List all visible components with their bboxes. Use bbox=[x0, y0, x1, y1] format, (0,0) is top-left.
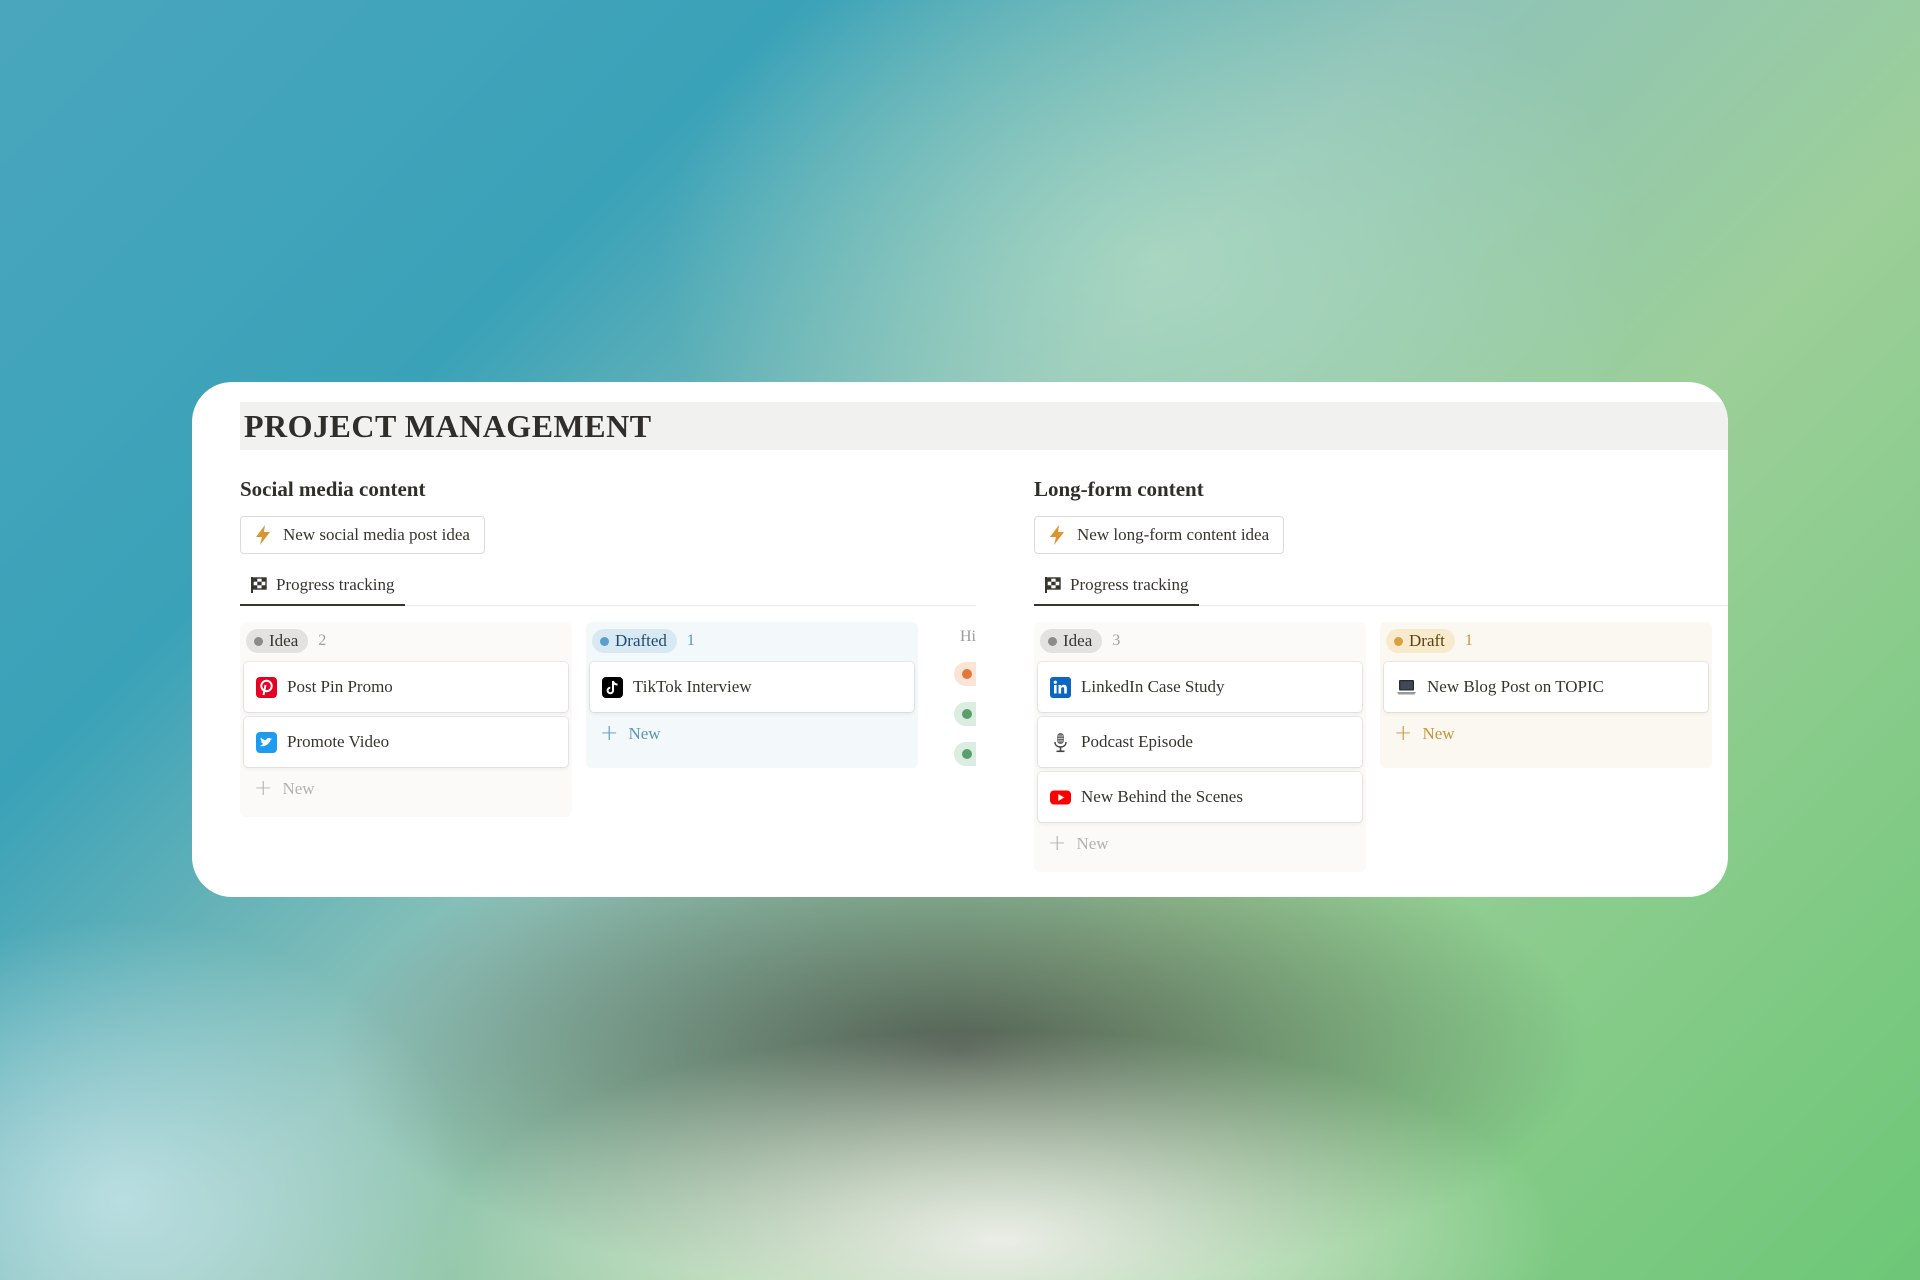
youtube-icon bbox=[1050, 790, 1071, 804]
checkered-flag-icon bbox=[251, 577, 267, 593]
microphone-icon bbox=[1054, 732, 1067, 752]
lightning-icon bbox=[1050, 525, 1064, 545]
new-social-post-button[interactable]: New social media post idea bbox=[240, 516, 485, 554]
board-card[interactable]: Post Pin Promo bbox=[244, 662, 568, 712]
card-title: Podcast Episode bbox=[1081, 732, 1193, 751]
card-title: Promote Video bbox=[287, 732, 390, 751]
board-card[interactable]: TikTok Interview bbox=[590, 662, 914, 712]
add-new-card-button[interactable]: + New bbox=[244, 767, 568, 811]
card-title: New Blog Post on TOPIC bbox=[1427, 677, 1604, 696]
plus-icon: + bbox=[600, 721, 619, 746]
kanban-board: Idea 2 Post Pin Promo Promote Video + Ne… bbox=[240, 622, 976, 817]
status-label: Idea bbox=[269, 631, 299, 650]
view-tabs: Progress tracking bbox=[240, 566, 976, 606]
hidden-group-chip[interactable] bbox=[954, 662, 976, 686]
status-dot bbox=[1394, 636, 1403, 646]
tab-progress-tracking[interactable]: Progress tracking bbox=[1034, 566, 1199, 606]
lightning-icon bbox=[256, 525, 270, 545]
status-badge[interactable]: Idea bbox=[246, 629, 309, 653]
status-dot bbox=[1048, 636, 1057, 646]
status-dot bbox=[962, 749, 972, 759]
column-count: 1 bbox=[686, 632, 695, 649]
add-new-card-button[interactable]: + New bbox=[1038, 822, 1362, 866]
plus-icon: + bbox=[1048, 831, 1067, 856]
hidden-groups-label: Hidden groups bbox=[960, 628, 976, 645]
card-title: New Behind the Scenes bbox=[1081, 787, 1243, 806]
status-dot bbox=[962, 709, 972, 719]
social-media-section: Social media content New social media po… bbox=[240, 474, 976, 817]
linkedin-icon bbox=[1050, 676, 1071, 698]
tab-label: Progress tracking bbox=[1070, 575, 1189, 594]
board-card[interactable]: LinkedIn Case Study bbox=[1038, 662, 1362, 712]
hidden-group-chip[interactable] bbox=[954, 742, 976, 766]
plus-icon: + bbox=[1394, 721, 1413, 746]
plus-icon: + bbox=[254, 776, 273, 801]
column-count: 3 bbox=[1112, 632, 1121, 649]
column-idea: Idea 3 LinkedIn Case Study Podcast Episo… bbox=[1034, 622, 1366, 872]
status-label: Draft bbox=[1409, 631, 1445, 650]
status-badge[interactable]: Idea bbox=[1040, 629, 1103, 653]
tab-progress-tracking[interactable]: Progress tracking bbox=[240, 566, 405, 606]
board-card[interactable]: New Blog Post on TOPIC bbox=[1384, 662, 1708, 712]
column-header: Drafted 1 bbox=[590, 626, 914, 656]
new-label: New bbox=[282, 779, 315, 798]
kanban-board: Idea 3 LinkedIn Case Study Podcast Episo… bbox=[1034, 622, 1728, 872]
tiktok-icon bbox=[602, 676, 623, 698]
board-card[interactable]: Promote Video bbox=[244, 717, 568, 767]
new-long-form-button[interactable]: New long-form content idea bbox=[1034, 516, 1285, 554]
section-title: Long-form content bbox=[1034, 477, 1204, 501]
new-label: New bbox=[1422, 724, 1455, 743]
page-title-bar: PROJECT MANAGEMENT bbox=[240, 402, 1728, 450]
add-new-card-button[interactable]: + New bbox=[590, 712, 914, 756]
pinterest-icon bbox=[256, 676, 277, 698]
column-idea: Idea 2 Post Pin Promo Promote Video + Ne… bbox=[240, 622, 572, 817]
hidden-groups-column[interactable]: Hidden groups bbox=[954, 622, 976, 766]
column-count: 2 bbox=[318, 632, 327, 649]
column-header: Idea 2 bbox=[244, 626, 568, 656]
column-draft: Draft 1 New Blog Post on TOPIC + New bbox=[1380, 622, 1712, 768]
notion-page-card: PROJECT MANAGEMENT Social media content … bbox=[192, 382, 1728, 897]
column-drafted: Drafted 1 TikTok Interview + New bbox=[586, 622, 918, 768]
button-label: New social media post idea bbox=[283, 525, 470, 544]
column-header: Draft 1 bbox=[1384, 626, 1708, 656]
status-label: Drafted bbox=[615, 631, 667, 650]
status-badge[interactable]: Drafted bbox=[592, 629, 677, 653]
twitter-icon bbox=[256, 731, 277, 753]
column-count: 1 bbox=[1464, 632, 1473, 649]
status-dot bbox=[600, 636, 609, 646]
tab-label: Progress tracking bbox=[276, 575, 395, 594]
new-label: New bbox=[628, 724, 661, 743]
card-title: Post Pin Promo bbox=[287, 677, 393, 696]
status-badge[interactable]: Draft bbox=[1386, 629, 1455, 653]
card-title: TikTok Interview bbox=[633, 677, 752, 696]
card-title: LinkedIn Case Study bbox=[1081, 677, 1225, 696]
status-dot bbox=[254, 636, 263, 646]
board-card[interactable]: Podcast Episode bbox=[1038, 717, 1362, 767]
status-dot bbox=[962, 669, 972, 679]
add-new-card-button[interactable]: + New bbox=[1384, 712, 1708, 756]
view-tabs: Progress tracking bbox=[1034, 566, 1728, 606]
checkered-flag-icon bbox=[1045, 577, 1061, 593]
column-header: Idea 3 bbox=[1038, 626, 1362, 656]
board-card[interactable]: New Behind the Scenes bbox=[1038, 772, 1362, 822]
laptop-icon bbox=[1397, 679, 1416, 694]
status-label: Idea bbox=[1063, 631, 1093, 650]
page-title: PROJECT MANAGEMENT bbox=[244, 407, 652, 444]
section-title: Social media content bbox=[240, 477, 426, 501]
new-label: New bbox=[1076, 834, 1109, 853]
long-form-section: Long-form content New long-form content … bbox=[1034, 474, 1728, 872]
button-label: New long-form content idea bbox=[1077, 525, 1270, 544]
hidden-group-chip[interactable] bbox=[954, 702, 976, 726]
